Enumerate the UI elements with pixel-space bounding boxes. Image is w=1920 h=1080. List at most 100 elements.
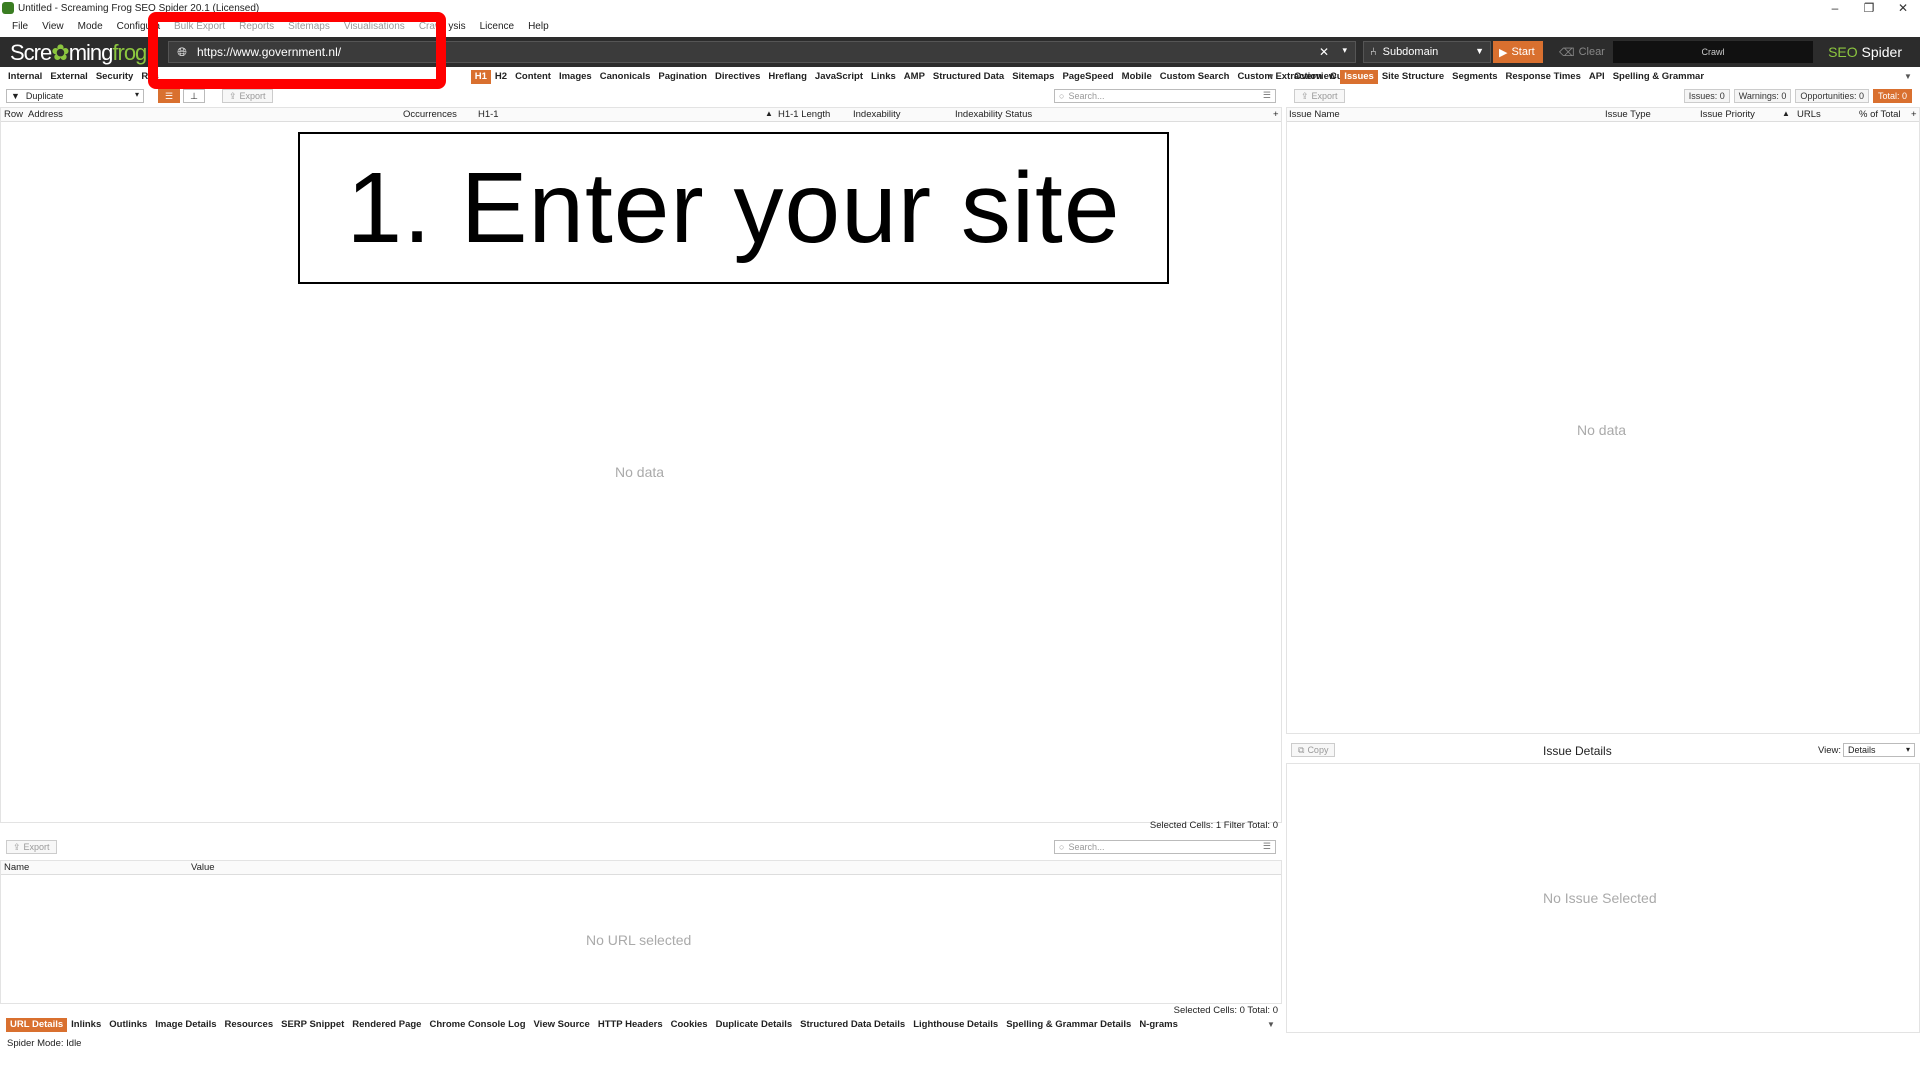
tab-issues[interactable]: Issues (1340, 70, 1378, 84)
start-button[interactable]: ▶ Start (1493, 41, 1543, 63)
export-button[interactable]: ⇪ Export (222, 89, 273, 103)
copy-label: Copy (1307, 745, 1329, 755)
tab-pagespeed[interactable]: PageSpeed (1058, 70, 1117, 84)
search-placeholder: Search... (1068, 842, 1105, 852)
tab-spelling-grammar[interactable]: Spelling & Grammar (1609, 70, 1708, 84)
total-count[interactable]: Total: 0 (1872, 89, 1912, 103)
tab-rendered-page[interactable]: Rendered Page (348, 1018, 425, 1032)
tab-h2[interactable]: H2 (491, 70, 511, 84)
logo-text: ming (68, 40, 114, 65)
tab-duplicate-details[interactable]: Duplicate Details (712, 1018, 797, 1032)
add-column-icon[interactable]: + (1273, 109, 1279, 120)
tab-outlinks[interactable]: Outlinks (105, 1018, 151, 1032)
tab-javascript[interactable]: JavaScript (811, 70, 867, 84)
tab-custom-search[interactable]: Custom Search (1156, 70, 1234, 84)
tab-h1[interactable]: H1 (470, 70, 491, 84)
filter-icon: ▼ (11, 91, 20, 101)
menu-file[interactable]: File (12, 21, 28, 32)
issues-export-button[interactable]: ⇪ Export (1294, 89, 1345, 103)
tab-inlinks[interactable]: Inlinks (67, 1018, 105, 1032)
url-history-dropdown-icon[interactable]: ▾ (1342, 45, 1347, 56)
tab-url-details[interactable]: URL Details (6, 1018, 68, 1032)
close-button[interactable]: ✕ (1886, 0, 1920, 16)
tab-overview[interactable]: Overview (1290, 70, 1340, 84)
minimize-button[interactable]: – (1818, 0, 1852, 16)
crawl-mode-select[interactable]: ⑃ Subdomain ▼ (1363, 41, 1491, 63)
col-percent-total[interactable]: % of Total (1859, 109, 1901, 120)
tab-sitemaps[interactable]: Sitemaps (1008, 70, 1058, 84)
tab-chrome-console-log[interactable]: Chrome Console Log (425, 1018, 529, 1032)
tab-spelling-grammar-details[interactable]: Spelling & Grammar Details (1002, 1018, 1135, 1032)
menu-view[interactable]: View (42, 21, 64, 32)
filter-select[interactable]: ▼ Duplicate ▾ (6, 89, 144, 103)
menu-analysis[interactable]: ysis (448, 21, 465, 32)
details-export-button[interactable]: ⇪ Export (6, 840, 57, 854)
col-value[interactable]: Value (191, 862, 215, 873)
sort-asc-icon: ▲ (1782, 109, 1790, 118)
tab-images[interactable]: Images (555, 70, 596, 84)
menu-licence[interactable]: Licence (480, 21, 514, 32)
tab-n-grams[interactable]: N-grams (1135, 1018, 1182, 1032)
tab-internal[interactable]: Internal (4, 70, 46, 84)
copy-icon: ⧉ (1298, 744, 1305, 755)
col-name[interactable]: Name (4, 862, 29, 873)
tab-structured-data-details[interactable]: Structured Data Details (796, 1018, 909, 1032)
tab-serp-snippet[interactable]: SERP Snippet (277, 1018, 348, 1032)
tab-image-details[interactable]: Image Details (151, 1018, 220, 1032)
add-column-icon[interactable]: + (1911, 109, 1917, 120)
search-options-icon[interactable]: ☰ (1263, 90, 1271, 101)
col-indexability[interactable]: Indexability (853, 109, 901, 120)
tab-hreflang[interactable]: Hreflang (764, 70, 811, 84)
tab-http-headers[interactable]: HTTP Headers (594, 1018, 667, 1032)
tab-links[interactable]: Links (867, 70, 900, 84)
tab-structured-data[interactable]: Structured Data (929, 70, 1008, 84)
clear-button[interactable]: ⌫ Clear (1553, 41, 1605, 63)
tab-view-source[interactable]: View Source (530, 1018, 594, 1032)
col-occurrences[interactable]: Occurrences (403, 109, 457, 120)
col-urls[interactable]: URLs (1797, 109, 1821, 120)
col-issue-type[interactable]: Issue Type (1605, 109, 1651, 120)
col-row[interactable]: Row (4, 109, 23, 120)
tab-segments[interactable]: Segments (1448, 70, 1501, 84)
tab-cookies[interactable]: Cookies (667, 1018, 712, 1032)
clear-url-icon[interactable]: ✕ (1319, 45, 1329, 59)
menu-mode[interactable]: Mode (78, 21, 103, 32)
col-h1-1-length[interactable]: H1-1 Length (778, 109, 830, 120)
tab-content[interactable]: Content (511, 70, 555, 84)
col-indexability-status[interactable]: Indexability Status (955, 109, 1032, 120)
list-view-icon[interactable]: ☰ (158, 89, 180, 103)
issues-count[interactable]: Issues: 0 (1683, 89, 1730, 103)
tab-security[interactable]: Security (92, 70, 138, 84)
details-search-input[interactable]: ○ Search... ☰ (1054, 840, 1276, 854)
tab-canonicals[interactable]: Canonicals (596, 70, 655, 84)
col-issue-name[interactable]: Issue Name (1289, 109, 1340, 120)
col-issue-priority[interactable]: Issue Priority (1700, 109, 1755, 120)
seo-spider-brand: SEO Spider (1828, 44, 1902, 60)
bottom-tabs-overflow-icon[interactable]: ▼ (1267, 1020, 1275, 1029)
view-select[interactable]: Details ▾ (1843, 743, 1915, 757)
right-tabs-overflow-icon[interactable]: ▼ (1904, 72, 1912, 81)
col-h1-1[interactable]: H1-1 (478, 109, 499, 120)
opportunities-count[interactable]: Opportunities: 0 (1795, 89, 1869, 103)
issue-counters: Issues: 0 Warnings: 0 Opportunities: 0 T… (1680, 89, 1912, 103)
tab-pagination[interactable]: Pagination (654, 70, 711, 84)
restore-button[interactable]: ❐ (1852, 0, 1886, 16)
warnings-count[interactable]: Warnings: 0 (1733, 89, 1792, 103)
left-tabs-overflow-icon[interactable]: ▼ (1267, 72, 1275, 81)
tab-mobile[interactable]: Mobile (1118, 70, 1156, 84)
menu-help[interactable]: Help (528, 21, 549, 32)
tab-resources[interactable]: Resources (221, 1018, 278, 1032)
tree-view-icon[interactable]: ⊥ (183, 89, 205, 103)
tab-directives[interactable]: Directives (711, 70, 764, 84)
tab-site-structure[interactable]: Site Structure (1378, 70, 1448, 84)
tab-external[interactable]: External (46, 70, 92, 84)
search-input[interactable]: ○ Search... ☰ (1054, 89, 1276, 103)
search-options-icon[interactable]: ☰ (1263, 841, 1271, 852)
tab-api[interactable]: API (1585, 70, 1609, 84)
crawl-progress-label: Crawl (1701, 47, 1725, 57)
tab-lighthouse-details[interactable]: Lighthouse Details (909, 1018, 1002, 1032)
col-address[interactable]: Address (28, 109, 63, 120)
copy-button[interactable]: ⧉ Copy (1291, 743, 1336, 757)
tab-amp[interactable]: AMP (900, 70, 929, 84)
tab-response-times[interactable]: Response Times (1502, 70, 1585, 84)
